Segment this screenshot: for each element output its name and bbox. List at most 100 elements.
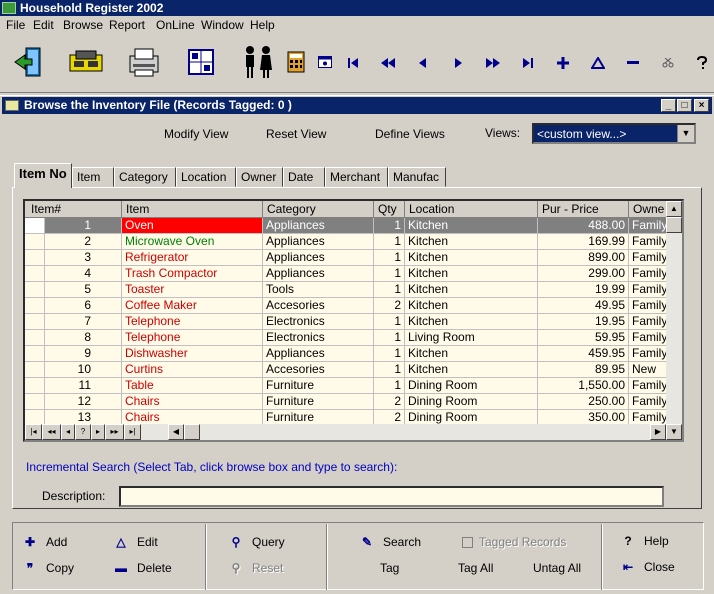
column-header[interactable]: Item bbox=[122, 201, 263, 218]
vertical-scrollbar[interactable]: ▲ ▼ bbox=[666, 201, 682, 440]
tab-owner[interactable]: Owner bbox=[236, 167, 283, 187]
prev-record-nav[interactable]: ◂ bbox=[61, 424, 75, 440]
reset-button[interactable]: ⚲ Reset bbox=[226, 561, 284, 575]
inventory-grid[interactable]: Item# Item Category Qty Location Pur - Price O… bbox=[23, 199, 684, 442]
query-nav[interactable]: ? bbox=[75, 424, 91, 440]
edit-button[interactable]: △ Edit bbox=[111, 535, 157, 549]
tag-button[interactable]: Tag bbox=[380, 561, 399, 575]
tab-manufac[interactable]: Manufac bbox=[388, 167, 446, 187]
close-button[interactable]: ⇤ Close bbox=[618, 560, 675, 574]
people-icon[interactable] bbox=[238, 42, 278, 82]
modify-view-link[interactable]: Modify View bbox=[164, 127, 228, 141]
table-row[interactable]: 9 Dishwasher Appliances 1 Kitchen 459.95 Famil… bbox=[25, 346, 670, 362]
category-cell: Appliances bbox=[263, 218, 374, 234]
help-button[interactable]: ? Help bbox=[618, 534, 668, 548]
description-input[interactable] bbox=[119, 486, 664, 507]
help-question-icon[interactable] bbox=[690, 52, 714, 74]
menu-browse[interactable]: Browse bbox=[63, 18, 103, 32]
scroll-down-icon[interactable]: ▼ bbox=[666, 424, 682, 440]
menu-help[interactable]: Help bbox=[250, 18, 275, 32]
untag-all-button[interactable]: Untag All bbox=[533, 561, 581, 575]
scroll-left-icon[interactable]: ◀ bbox=[168, 424, 184, 440]
edit-triangle-icon[interactable] bbox=[586, 52, 610, 74]
menu-file[interactable]: File bbox=[6, 18, 25, 32]
table-row[interactable]: 12 Chairs Furniture 2 Dining Room 250.00 Famil… bbox=[25, 394, 670, 410]
add-button[interactable]: ✚ Add bbox=[20, 535, 67, 549]
qty-cell: 1 bbox=[374, 250, 405, 266]
previous-icon[interactable] bbox=[411, 52, 435, 74]
copy-button[interactable]: ❞ Copy bbox=[20, 561, 74, 575]
item-number-cell: 3 bbox=[45, 250, 122, 266]
reset-view-link[interactable]: Reset View bbox=[266, 127, 326, 141]
maximize-button[interactable]: □ bbox=[677, 99, 692, 112]
chevron-down-icon[interactable]: ▼ bbox=[677, 125, 694, 142]
item-name-cell: Trash Compactor bbox=[122, 266, 263, 282]
table-row[interactable]: 4 Trash Compactor Appliances 1 Kitchen 299.00… bbox=[25, 266, 670, 282]
table-row[interactable]: 3 Refrigerator Appliances 1 Kitchen 899.00 Fam… bbox=[25, 250, 670, 266]
row-marker bbox=[25, 234, 45, 250]
views-dropdown[interactable]: <custom view...> ▼ bbox=[532, 123, 696, 144]
table-row[interactable]: 11 Table Furniture 1 Dining Room 1,550.00 Fami… bbox=[25, 378, 670, 394]
tab-merchant[interactable]: Merchant bbox=[325, 167, 388, 187]
scroll-up-icon[interactable]: ▲ bbox=[666, 201, 682, 217]
search-button[interactable]: ✎ Search bbox=[357, 535, 421, 549]
first-record-icon[interactable] bbox=[341, 52, 365, 74]
fast-forward-icon[interactable] bbox=[481, 52, 505, 74]
menu-edit[interactable]: Edit bbox=[33, 18, 54, 32]
printer-icon[interactable] bbox=[124, 42, 164, 82]
menu-report[interactable]: Report bbox=[109, 18, 145, 32]
prev-page-nav[interactable]: ◂◂ bbox=[42, 424, 61, 440]
column-header[interactable]: Pur - Price bbox=[538, 201, 629, 218]
table-row[interactable]: 1 Oven Appliances 1 Kitchen 488.00 Family bbox=[25, 218, 670, 234]
horizontal-scrollbar[interactable]: |◂ ◂◂ ◂? ▸ ▸▸ ▸| ◀ ▶ bbox=[25, 424, 666, 440]
column-header[interactable]: Location bbox=[405, 201, 538, 218]
column-header[interactable]: Qty bbox=[374, 201, 405, 218]
add-icon[interactable] bbox=[551, 52, 575, 74]
delete-minus-icon[interactable] bbox=[621, 52, 645, 74]
scroll-right-icon[interactable]: ▶ bbox=[650, 424, 666, 440]
tab-item[interactable]: Item bbox=[72, 167, 114, 187]
table-row[interactable]: 2 Microwave Oven Appliances 1 Kitchen 169.99 F… bbox=[25, 234, 670, 250]
first-record-nav[interactable]: |◂ bbox=[25, 424, 42, 440]
rewind-icon[interactable] bbox=[376, 52, 400, 74]
table-row[interactable]: 7 Telephone Electronics 1 Kitchen 19.95 Family bbox=[25, 314, 670, 330]
tag-all-button[interactable]: Tag All bbox=[458, 561, 493, 575]
column-header[interactable]: Item# bbox=[25, 201, 122, 218]
calculator-icon[interactable] bbox=[284, 42, 308, 82]
table-row[interactable]: 6 Coffee Maker Accesories 2 Kitchen 49.95 Fami… bbox=[25, 298, 670, 314]
close-window-button[interactable]: × bbox=[694, 99, 709, 112]
table-row[interactable]: 5 Toaster Tools 1 Kitchen 19.99 Family bbox=[25, 282, 670, 298]
exit-door-icon[interactable] bbox=[10, 42, 48, 82]
tab-item-no[interactable]: Item No bbox=[14, 163, 72, 188]
scissors-icon[interactable] bbox=[656, 52, 680, 74]
query-button[interactable]: ⚲ Query bbox=[226, 535, 285, 549]
small-window-icon[interactable] bbox=[314, 42, 336, 82]
column-header[interactable]: Owne bbox=[629, 201, 670, 218]
row-marker bbox=[25, 282, 45, 298]
tab-date[interactable]: Date bbox=[283, 167, 325, 187]
hscroll-thumb[interactable] bbox=[184, 424, 200, 440]
table-row[interactable]: 10 Curtins Accesories 1 Kitchen 89.95 New bbox=[25, 362, 670, 378]
menu-window[interactable]: Window bbox=[201, 18, 244, 32]
tab-category[interactable]: Category bbox=[114, 167, 176, 187]
next-icon[interactable] bbox=[446, 52, 470, 74]
define-views-link[interactable]: Define Views bbox=[375, 127, 445, 141]
next-record-nav[interactable]: ▸ bbox=[91, 424, 105, 440]
minimize-button[interactable]: _ bbox=[661, 99, 676, 112]
row-marker bbox=[25, 330, 45, 346]
item-name-cell: Dishwasher bbox=[122, 346, 263, 362]
next-page-nav[interactable]: ▸▸ bbox=[105, 424, 124, 440]
table-row[interactable]: 8 Telephone Electronics 1 Living Room 59.95 Fa… bbox=[25, 330, 670, 346]
calendar-grid-icon[interactable] bbox=[184, 42, 218, 82]
owner-cell: Family bbox=[629, 218, 670, 234]
tagged-records-checkbox[interactable]: Tagged Records bbox=[462, 535, 566, 549]
menu-online[interactable]: OnLine bbox=[156, 18, 195, 32]
delete-button[interactable]: ▬ Delete bbox=[111, 561, 172, 575]
last-record-nav[interactable]: ▸| bbox=[124, 424, 141, 440]
tape-drive-icon[interactable] bbox=[66, 42, 106, 82]
search-label: Search bbox=[383, 535, 422, 549]
tab-location[interactable]: Location bbox=[176, 167, 236, 187]
column-header[interactable]: Category bbox=[263, 201, 374, 218]
last-record-icon[interactable] bbox=[516, 52, 540, 74]
scroll-thumb[interactable] bbox=[666, 217, 682, 233]
